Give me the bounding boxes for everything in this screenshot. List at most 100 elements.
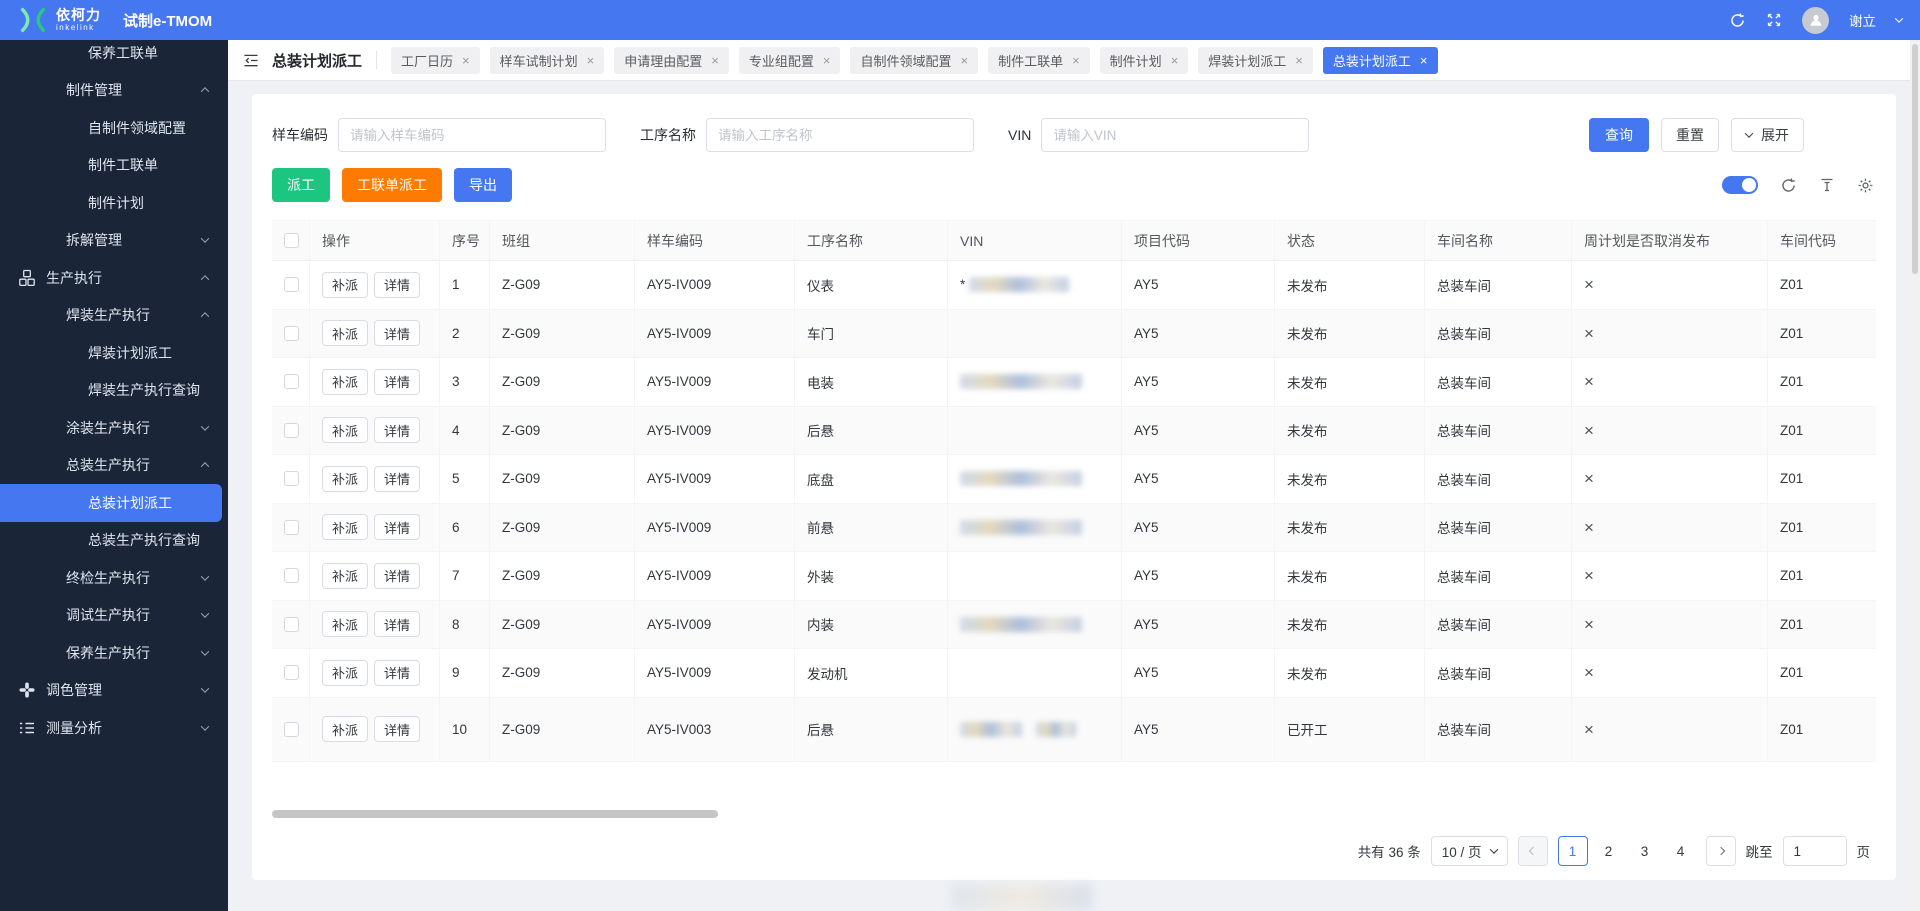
detail-button[interactable]: 详情 bbox=[374, 562, 421, 589]
scrollbar-thumb[interactable] bbox=[1912, 44, 1918, 274]
tab-item[interactable]: 申请理由配置 × bbox=[614, 46, 729, 74]
vertical-scrollbar[interactable] bbox=[1910, 40, 1920, 911]
close-icon[interactable]: × bbox=[1295, 53, 1303, 68]
tab-item[interactable]: 样车试制计划 × bbox=[489, 46, 605, 74]
row-checkbox[interactable] bbox=[284, 519, 299, 535]
sidebar-item[interactable]: 制件管理 bbox=[0, 72, 228, 110]
close-icon[interactable]: × bbox=[1072, 53, 1080, 68]
sidebar-item[interactable]: 拆解管理 bbox=[0, 222, 228, 260]
detail-button[interactable]: 详情 bbox=[374, 514, 421, 541]
sidebar-item[interactable]: 保养工联单 bbox=[0, 40, 228, 72]
prev-page-button[interactable] bbox=[1517, 836, 1548, 866]
detail-button[interactable]: 详情 bbox=[374, 465, 421, 492]
search-button[interactable]: 查询 bbox=[1589, 118, 1649, 152]
reassign-button[interactable]: 补派 bbox=[322, 611, 369, 638]
next-page-button[interactable] bbox=[1705, 836, 1736, 866]
tab-item[interactable]: 制件工联单 × bbox=[988, 46, 1090, 74]
close-icon[interactable]: × bbox=[960, 53, 968, 68]
table-toggle[interactable] bbox=[1722, 176, 1758, 194]
page-number[interactable]: 1 bbox=[1557, 836, 1588, 866]
detail-button[interactable]: 详情 bbox=[374, 716, 421, 742]
filter-input[interactable] bbox=[706, 118, 974, 152]
tab-item[interactable]: 自制件领域配置 × bbox=[850, 46, 979, 74]
sidebar-item[interactable]: 焊装生产执行 bbox=[0, 297, 228, 335]
sidebar-item[interactable]: 涂装生产执行 bbox=[0, 409, 228, 447]
row-height-icon[interactable] bbox=[1819, 177, 1835, 193]
avatar[interactable] bbox=[1802, 6, 1829, 34]
reassign-button[interactable]: 补派 bbox=[322, 417, 369, 444]
detail-button[interactable]: 详情 bbox=[374, 417, 421, 444]
close-icon[interactable]: × bbox=[1420, 53, 1428, 68]
sidebar-item[interactable]: 生产执行 bbox=[0, 259, 228, 297]
reassign-button[interactable]: 补派 bbox=[322, 320, 369, 347]
close-icon[interactable]: × bbox=[711, 53, 719, 68]
filter-input[interactable] bbox=[1041, 118, 1310, 152]
row-checkbox[interactable] bbox=[284, 471, 299, 487]
cell-select bbox=[272, 455, 310, 503]
action-button[interactable]: 工联单派工 bbox=[342, 168, 442, 202]
horizontal-scrollbar[interactable] bbox=[272, 810, 718, 818]
sidebar-item[interactable]: 制件计划 bbox=[0, 184, 228, 222]
action-button[interactable]: 导出 bbox=[454, 168, 512, 202]
page-number[interactable]: 2 bbox=[1594, 836, 1624, 866]
close-icon[interactable]: × bbox=[587, 53, 595, 68]
page-number[interactable]: 4 bbox=[1666, 836, 1696, 866]
tab-item[interactable]: 总装计划派工 × bbox=[1322, 46, 1438, 74]
sidebar-item[interactable]: 终检生产执行 bbox=[0, 559, 228, 597]
sidebar-item[interactable]: 调色管理 bbox=[0, 672, 228, 710]
sidebar-item[interactable]: 保养生产执行 bbox=[0, 634, 228, 672]
tab-item[interactable]: 制件计划 × bbox=[1099, 46, 1189, 74]
reassign-button[interactable]: 补派 bbox=[322, 562, 369, 589]
refresh-icon[interactable] bbox=[1729, 12, 1746, 29]
action-button[interactable]: 派工 bbox=[272, 168, 330, 202]
fullscreen-icon[interactable] bbox=[1766, 12, 1782, 28]
page-size-select[interactable]: 10 / 页 bbox=[1430, 836, 1508, 866]
close-icon[interactable]: × bbox=[823, 53, 831, 68]
reassign-button[interactable]: 补派 bbox=[322, 271, 369, 298]
sidebar-item[interactable]: 总装生产执行查询 bbox=[0, 522, 228, 560]
sidebar-item-label: 总装生产执行 bbox=[66, 457, 150, 474]
sidebar-item[interactable]: 总装计划派工 bbox=[0, 484, 222, 522]
select-all-checkbox[interactable] bbox=[284, 233, 299, 248]
tab-item[interactable]: 工厂日历 × bbox=[391, 46, 480, 74]
reassign-button[interactable]: 补派 bbox=[322, 659, 369, 686]
refresh-table-icon[interactable] bbox=[1780, 177, 1797, 194]
reassign-button[interactable]: 补派 bbox=[322, 465, 369, 492]
chevron-down-icon[interactable] bbox=[1894, 14, 1904, 23]
reset-button[interactable]: 重置 bbox=[1661, 118, 1719, 152]
sidebar-item[interactable]: 焊装生产执行查询 bbox=[0, 372, 228, 410]
row-checkbox[interactable] bbox=[284, 374, 299, 390]
close-icon[interactable]: × bbox=[1171, 53, 1179, 68]
sidebar-item[interactable]: 总装生产执行 bbox=[0, 447, 228, 485]
detail-button[interactable]: 详情 bbox=[374, 611, 421, 638]
sidebar-item[interactable]: 测量分析 bbox=[0, 709, 228, 747]
row-checkbox[interactable] bbox=[284, 665, 299, 681]
collapse-sidebar-icon[interactable] bbox=[242, 53, 260, 68]
reassign-button[interactable]: 补派 bbox=[322, 368, 369, 395]
row-checkbox[interactable] bbox=[284, 422, 299, 438]
row-checkbox[interactable] bbox=[284, 325, 299, 341]
row-checkbox[interactable] bbox=[284, 277, 299, 293]
reassign-button[interactable]: 补派 bbox=[322, 716, 369, 742]
page-number[interactable]: 3 bbox=[1630, 836, 1660, 866]
sidebar-item[interactable]: 自制件领域配置 bbox=[0, 109, 228, 147]
row-checkbox[interactable] bbox=[284, 616, 299, 632]
expand-button[interactable]: 展开 bbox=[1731, 118, 1804, 152]
detail-button[interactable]: 详情 bbox=[374, 368, 421, 395]
detail-button[interactable]: 详情 bbox=[374, 659, 421, 686]
jump-page-input[interactable] bbox=[1782, 836, 1847, 866]
row-checkbox[interactable] bbox=[284, 721, 299, 737]
filter-input[interactable] bbox=[338, 118, 606, 152]
gear-icon[interactable] bbox=[1857, 177, 1874, 194]
sidebar-item[interactable]: 焊装计划派工 bbox=[0, 334, 228, 372]
sidebar-item[interactable]: 调试生产执行 bbox=[0, 597, 228, 635]
tab-item[interactable]: 焊装计划派工 × bbox=[1198, 46, 1313, 74]
tab-item[interactable]: 专业组配置 × bbox=[738, 46, 841, 74]
close-icon[interactable]: × bbox=[462, 53, 470, 68]
detail-button[interactable]: 详情 bbox=[374, 271, 421, 298]
sidebar-item[interactable]: 制件工联单 bbox=[0, 147, 228, 185]
user-name[interactable]: 谢立 bbox=[1849, 10, 1876, 30]
detail-button[interactable]: 详情 bbox=[374, 320, 421, 347]
row-checkbox[interactable] bbox=[284, 568, 299, 584]
reassign-button[interactable]: 补派 bbox=[322, 514, 369, 541]
